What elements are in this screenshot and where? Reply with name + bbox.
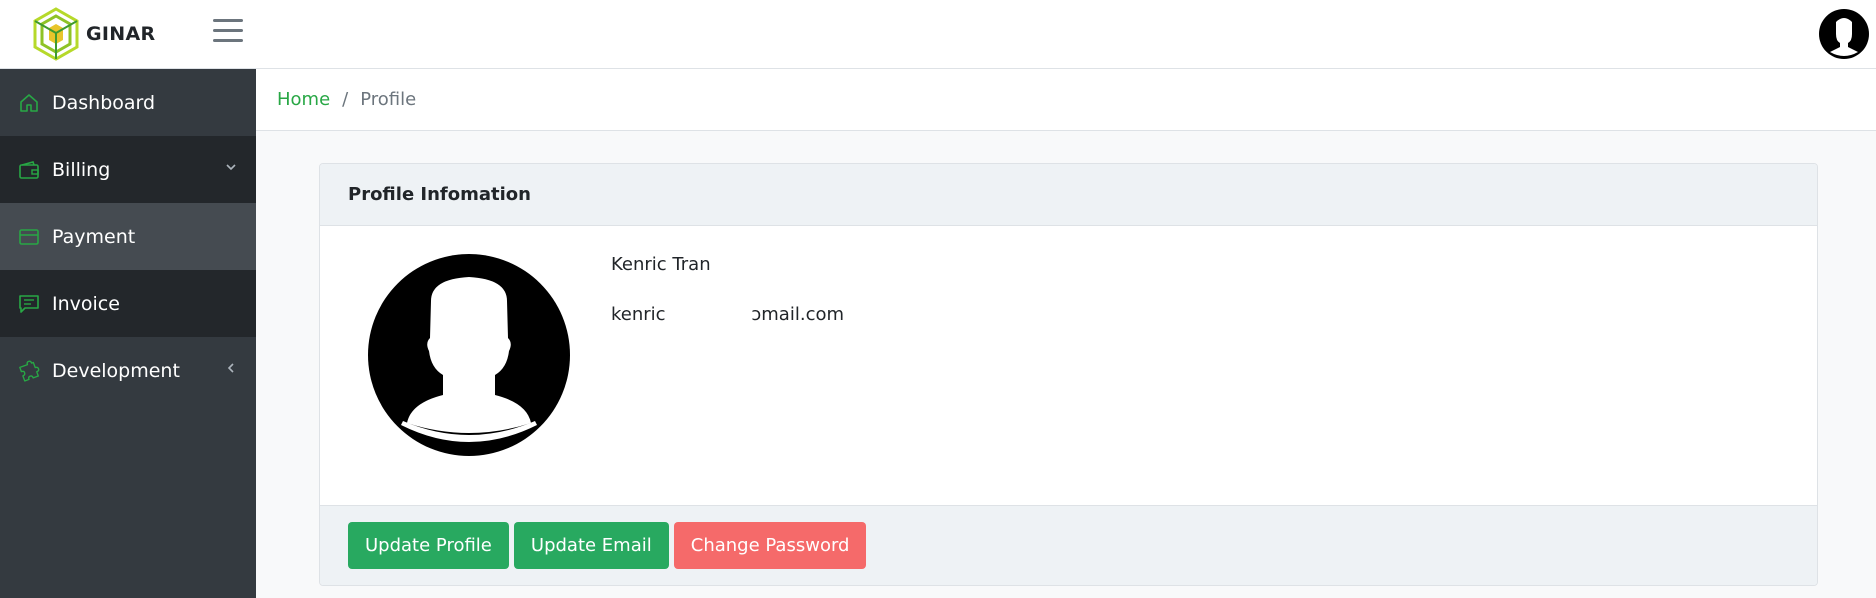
wallet-icon	[19, 160, 39, 179]
user-avatar-icon[interactable]	[1818, 8, 1870, 60]
card-footer: Update Profile Update Email Change Passw…	[320, 505, 1817, 585]
sidebar-item-billing[interactable]: Billing	[0, 136, 256, 203]
breadcrumb-home-link[interactable]: Home	[277, 89, 330, 110]
breadcrumb: Home / Profile	[256, 69, 1876, 131]
sidebar: Dashboard Billing Payment Invoice Develo	[0, 69, 256, 598]
card-body: Kenric Tran kenric ɔmail.com	[320, 226, 1817, 505]
puzzle-icon	[19, 359, 40, 382]
profile-email: kenric ɔmail.com	[611, 304, 845, 325]
profile-name: Kenric Tran	[611, 254, 711, 275]
hamburger-menu-icon[interactable]	[213, 19, 243, 45]
sidebar-item-invoice[interactable]: Invoice	[0, 270, 256, 337]
top-header: GINAR	[0, 0, 1876, 69]
chevron-down-icon	[226, 164, 236, 171]
breadcrumb-separator: /	[342, 89, 349, 110]
sidebar-item-dashboard[interactable]: Dashboard	[0, 69, 256, 136]
breadcrumb-current: Profile	[360, 89, 417, 110]
credit-card-icon	[19, 228, 39, 245]
sidebar-item-payment[interactable]: Payment	[0, 203, 256, 270]
sidebar-item-label: Payment	[52, 225, 136, 248]
change-password-button[interactable]: Change Password	[673, 522, 867, 569]
sidebar-item-development[interactable]: Development	[0, 337, 256, 404]
profile-card: Profile Infomation Kenric Tran kenric ɔm…	[319, 163, 1818, 586]
home-icon	[20, 93, 38, 112]
update-email-button[interactable]: Update Email	[513, 522, 669, 569]
update-profile-button[interactable]: Update Profile	[348, 522, 509, 569]
sidebar-item-label: Invoice	[52, 292, 120, 315]
ginar-logo-icon	[33, 7, 79, 61]
card-title: Profile Infomation	[348, 184, 531, 205]
brand-logo[interactable]: GINAR	[30, 5, 155, 63]
receipt-message-icon	[19, 294, 39, 313]
profile-avatar	[368, 254, 570, 456]
sidebar-item-label: Development	[52, 359, 180, 382]
sidebar-item-label: Dashboard	[52, 91, 156, 114]
sidebar-item-label: Billing	[52, 158, 111, 181]
chevron-left-icon	[227, 363, 234, 373]
brand-name: GINAR	[86, 23, 156, 45]
card-header: Profile Infomation	[320, 164, 1817, 226]
